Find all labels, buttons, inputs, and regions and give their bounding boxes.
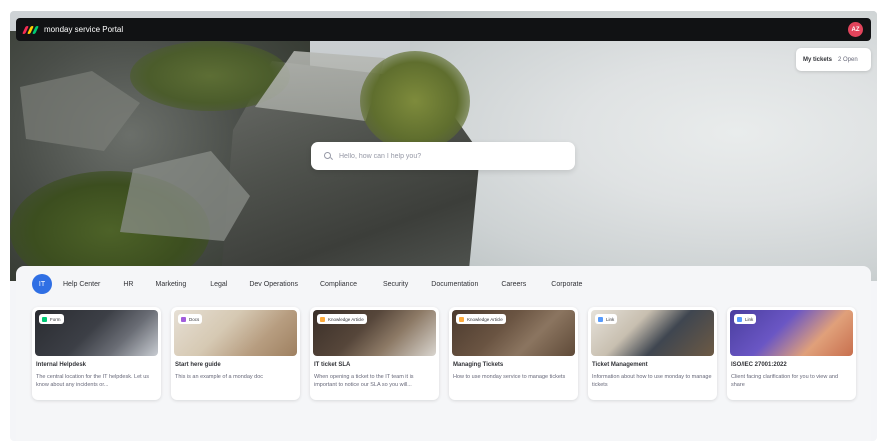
portal-title[interactable]: monday service Portal (44, 25, 123, 34)
card-description: Client facing clarification for you to v… (731, 374, 838, 388)
card-thumbnail: Link (591, 310, 714, 356)
card-title: Ticket Management (592, 362, 648, 368)
card-type-badge: Knowledge Article (456, 314, 506, 324)
card-type-badge: Knowledge Article (317, 314, 367, 324)
search-icon (324, 151, 333, 161)
card-description: How to use monday service to manage tick… (453, 374, 566, 380)
card-title: IT ticket SLA (314, 362, 351, 368)
card-description: Information about how to use monday to m… (592, 374, 712, 388)
search-input[interactable] (339, 152, 559, 160)
tab-hr[interactable]: HR (123, 274, 133, 294)
tab-dev-operations[interactable]: Dev Operations (249, 274, 298, 294)
tab-it[interactable]: IT (32, 274, 52, 294)
tab-corporate[interactable]: Corporate (551, 274, 582, 294)
card-type-icon (320, 316, 325, 322)
card-thumbnail: Form (35, 310, 158, 356)
card-type-icon (598, 316, 603, 322)
card-thumbnail: Link (730, 310, 853, 356)
top-bar: monday service Portal AZ (16, 18, 871, 41)
card-type-badge: Link (595, 314, 618, 324)
resource-cards: Form Internal Helpdesk The central locatio… (32, 307, 866, 400)
card-type-label: Knowledge Article (467, 316, 503, 322)
card-type-label: Form (50, 316, 61, 322)
card-title: Internal Helpdesk (36, 362, 87, 368)
card-thumbnail: Docs (174, 310, 297, 356)
service-portal-window: monday service Portal AZ My tickets 2 Op… (10, 11, 877, 441)
catalog-panel: IT Help Center HR Marketing Legal Dev Operati… (16, 266, 871, 441)
tab-help-center[interactable]: Help Center (63, 274, 100, 294)
card-type-icon (737, 316, 742, 322)
my-tickets-label: My tickets (803, 56, 833, 63)
tab-documentation[interactable]: Documentation (431, 274, 478, 294)
category-tabs: IT Help Center HR Marketing Legal Dev Operati… (32, 274, 582, 294)
card-thumbnail: Knowledge Article (452, 310, 575, 356)
card-type-icon (181, 316, 186, 322)
card-type-badge: Form (39, 314, 64, 324)
card-description: This is an example of a monday doc (175, 374, 264, 380)
hero-moss (360, 51, 470, 151)
user-avatar[interactable]: AZ (848, 22, 863, 37)
resource-card[interactable]: Link ISO/IEC 27001:2022 Client facing clar… (727, 307, 856, 400)
card-type-label: Link (745, 316, 754, 322)
monday-logo-icon[interactable] (22, 25, 39, 35)
card-type-label: Link (606, 316, 615, 322)
card-type-label: Knowledge Article (328, 316, 364, 322)
resource-card[interactable]: Knowledge Article IT ticket SLA When openi… (310, 307, 439, 400)
tab-careers[interactable]: Careers (501, 274, 526, 294)
card-type-badge: Docs (178, 314, 203, 324)
card-description: When opening a ticket to the IT team it … (314, 374, 414, 388)
resource-card[interactable]: Knowledge Article Managing Tickets How to … (449, 307, 578, 400)
tab-compliance[interactable]: Compliance (320, 274, 357, 294)
tab-marketing[interactable]: Marketing (155, 274, 186, 294)
card-title: Managing Tickets (453, 362, 504, 368)
resource-card[interactable]: Docs Start here guide This is an example o… (171, 307, 300, 400)
card-type-label: Docs (189, 316, 200, 322)
card-type-icon (459, 316, 464, 322)
search-bar[interactable] (311, 142, 575, 170)
open-tickets-count: 2 Open (838, 56, 858, 63)
resource-card[interactable]: Form Internal Helpdesk The central locatio… (32, 307, 161, 400)
card-thumbnail: Knowledge Article (313, 310, 436, 356)
card-title: ISO/IEC 27001:2022 (731, 362, 787, 368)
my-tickets-button[interactable]: My tickets 2 Open (796, 48, 871, 71)
card-description: The central location for the IT helpdesk… (36, 374, 150, 388)
tab-security[interactable]: Security (383, 274, 408, 294)
card-type-icon (42, 316, 47, 322)
card-type-badge: Link (734, 314, 757, 324)
resource-card[interactable]: Link Ticket Management Information about h… (588, 307, 717, 400)
tab-legal[interactable]: Legal (210, 274, 227, 294)
card-title: Start here guide (175, 362, 221, 368)
